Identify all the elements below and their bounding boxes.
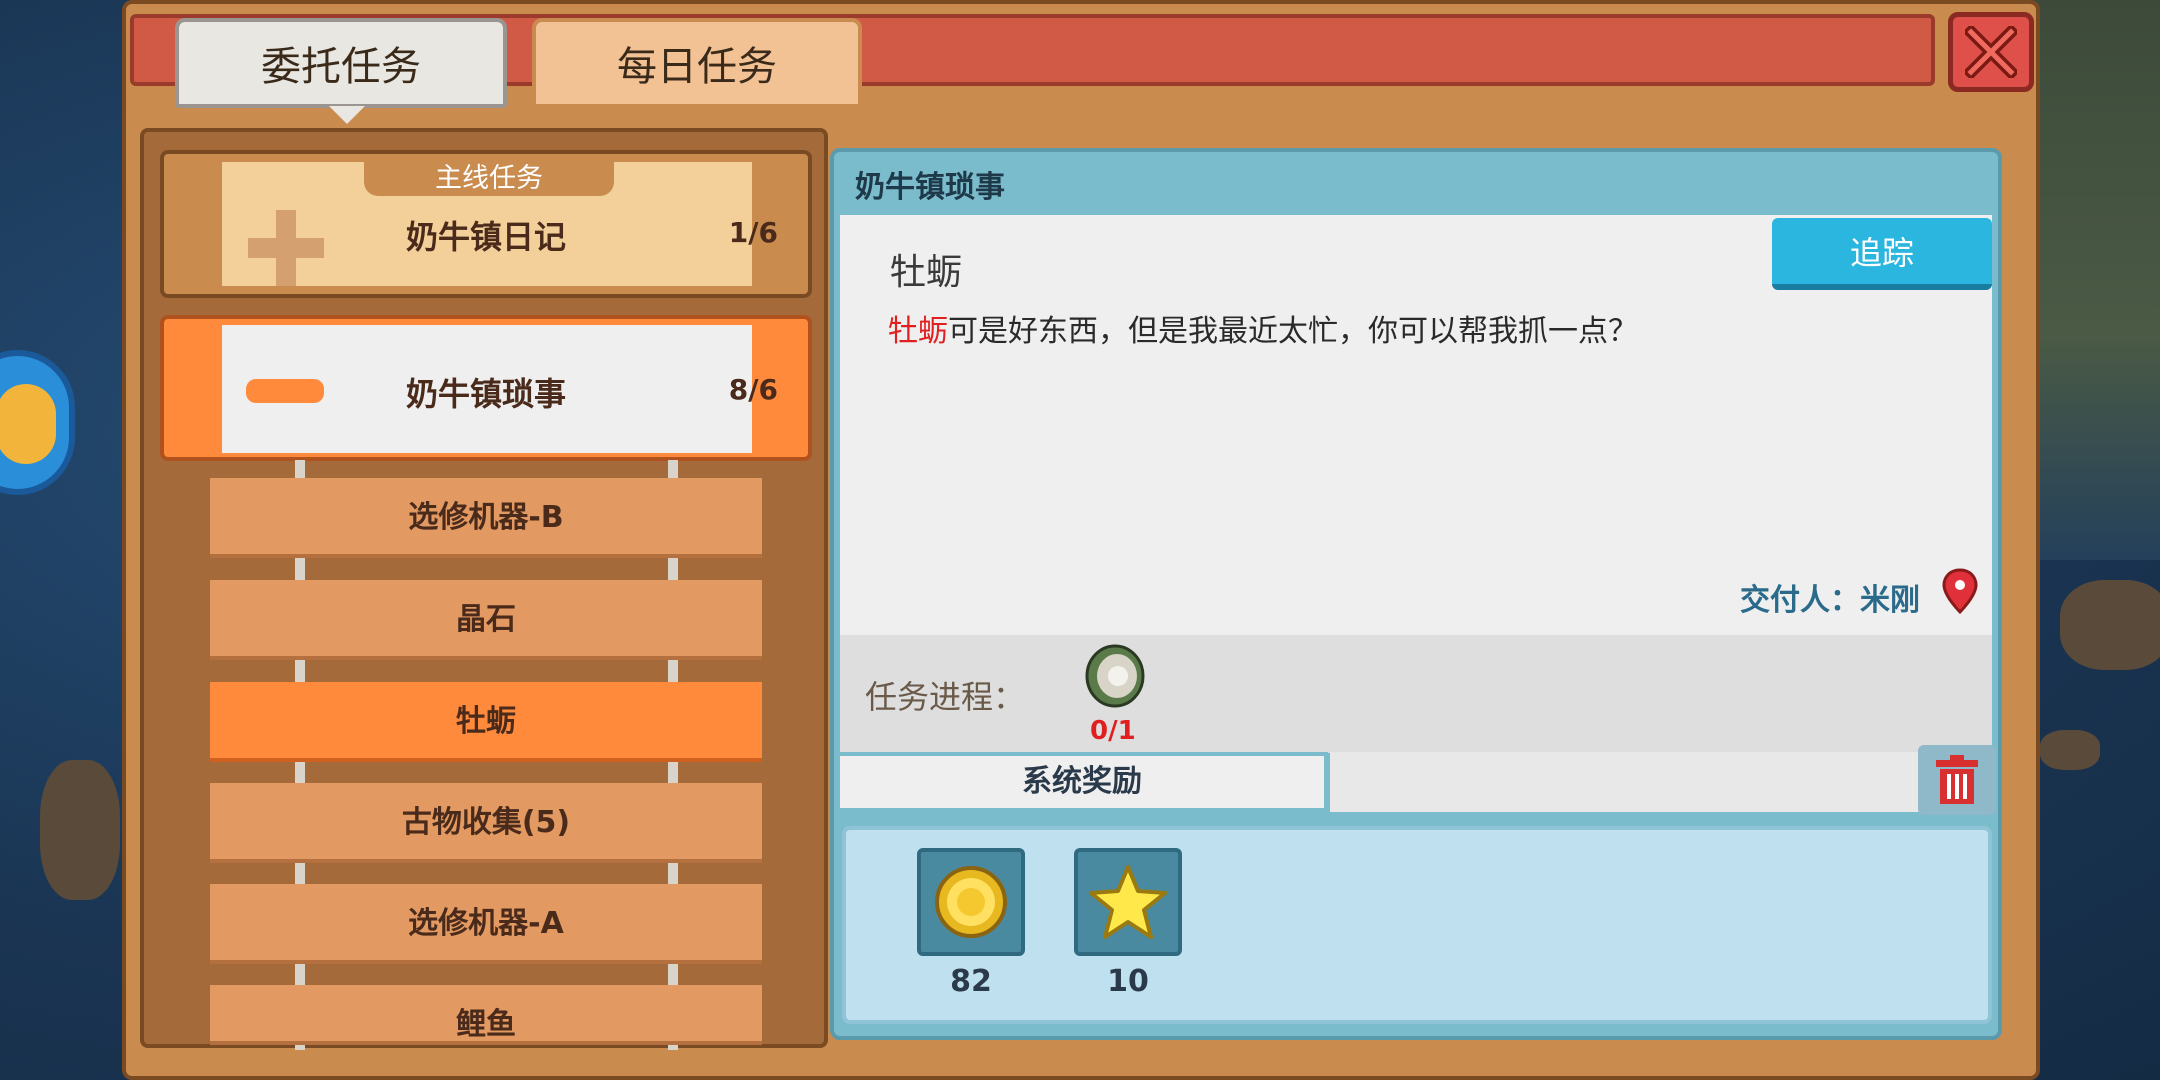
gold-coin-icon: [935, 866, 1007, 938]
quest-item[interactable]: 晶石: [210, 580, 762, 660]
category-chores[interactable]: 奶牛镇琐事 8/6: [160, 315, 812, 461]
delete-button[interactable]: [1918, 745, 1996, 815]
reward-slot-coin[interactable]: [917, 848, 1025, 956]
reward-tab-strip: [1330, 752, 1992, 812]
category-title: 奶牛镇琐事: [405, 375, 566, 413]
category-title: 奶牛镇日记: [405, 218, 566, 256]
quest-giver: 交付人：米刚: [1740, 583, 1920, 618]
quest-name: 牡蛎: [890, 252, 963, 293]
rock: [40, 760, 120, 900]
reward-slot-star[interactable]: [1074, 848, 1182, 956]
rock: [2040, 730, 2100, 770]
quest-item[interactable]: 鲤鱼: [210, 985, 762, 1045]
category-count: 1/6: [728, 216, 778, 249]
trash-icon: [1936, 755, 1978, 804]
reward-count: 10: [1107, 964, 1149, 999]
category-tag: 主线任务: [364, 162, 614, 196]
tab-system-reward[interactable]: 系统奖励: [836, 752, 1328, 812]
quest-text-rest: 可是好东西，但是我最近太忙，你可以帮我抓一点？: [948, 314, 1638, 349]
quest-item[interactable]: 选修机器-A: [210, 884, 762, 964]
location-pin-icon[interactable]: [1942, 568, 1978, 614]
progress-label: 任务进程：: [865, 678, 1026, 716]
star-icon: [1089, 865, 1167, 939]
category-main-quest[interactable]: 主线任务 奶牛镇日记 1/6: [160, 150, 812, 298]
detail-header: 奶牛镇琐事: [855, 170, 1005, 205]
quest-description: 牡蛎可是好东西，但是我最近太忙，你可以帮我抓一点？: [888, 306, 1638, 350]
quest-item[interactable]: 古物收集(5): [210, 783, 762, 863]
tab-daily[interactable]: 每日任务: [532, 18, 862, 108]
progress-count: 0/1: [1090, 716, 1136, 746]
category-count: 8/6: [728, 373, 778, 406]
track-button[interactable]: 追踪: [1772, 218, 1992, 290]
gamepad-icon: [0, 384, 56, 464]
close-icon: [1965, 26, 2017, 78]
reward-count: 82: [950, 964, 992, 999]
quest-item[interactable]: 选修机器-B: [210, 478, 762, 558]
close-button[interactable]: [1948, 12, 2034, 92]
quest-item-selected[interactable]: 牡蛎: [210, 682, 762, 762]
rock: [2060, 580, 2160, 670]
quest-highlight: 牡蛎: [888, 314, 948, 349]
oyster-icon: [1085, 644, 1145, 708]
tab-commission[interactable]: 委托任务: [175, 18, 507, 124]
